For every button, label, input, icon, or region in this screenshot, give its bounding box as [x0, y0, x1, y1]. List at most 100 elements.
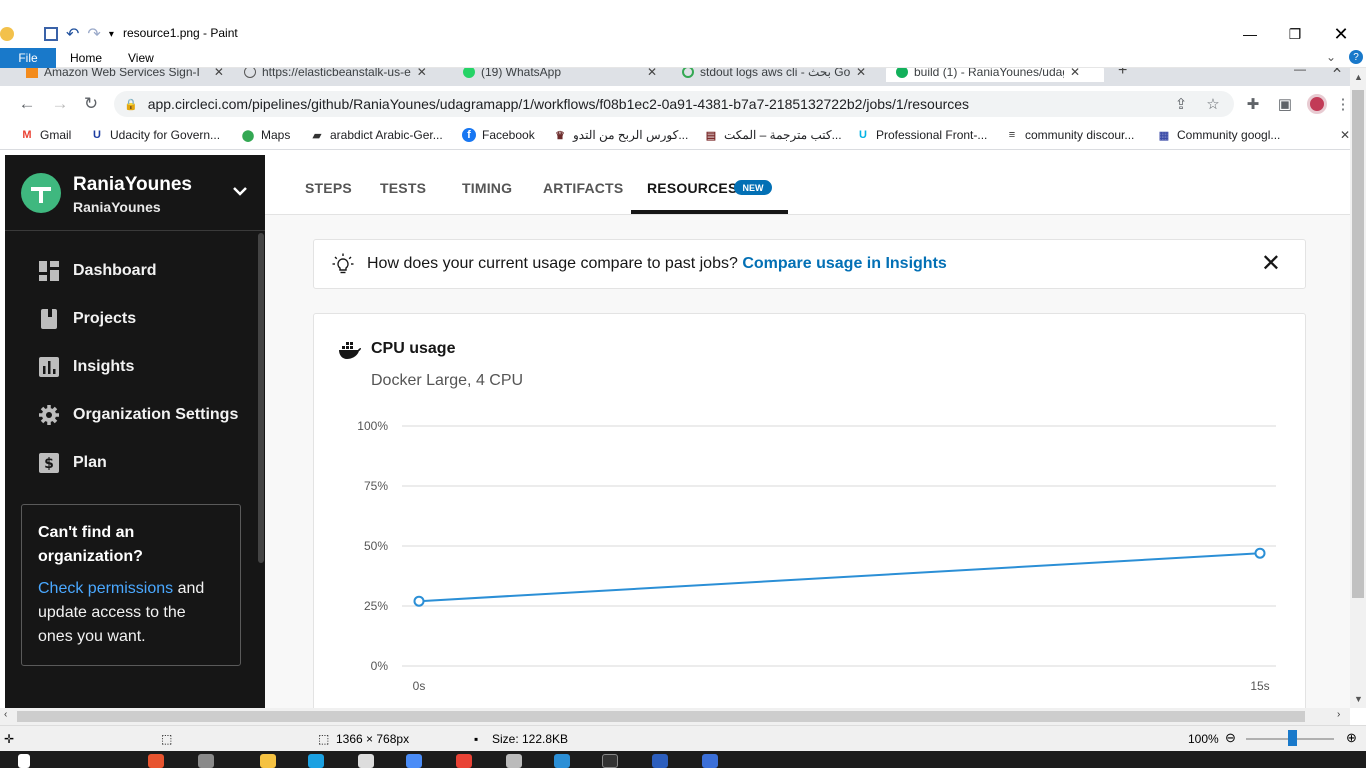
org-help-box: Can't find an organization? Check permis…	[21, 504, 241, 666]
ribbon-collapse-icon[interactable]: ⌄	[1326, 50, 1336, 64]
close-tab-icon[interactable]: ✕	[647, 68, 657, 79]
taskbar-app-icon[interactable]	[406, 754, 422, 768]
course-icon: ♛	[555, 129, 565, 142]
browser-tab[interactable]: https://elasticbeanstalk-us-e ✕	[244, 68, 427, 82]
bookmark-star-icon[interactable]: ☆	[1203, 94, 1223, 114]
bookmark-item[interactable]: f Facebook	[462, 128, 535, 142]
save-icon[interactable]	[44, 27, 58, 41]
bookmark-item[interactable]: M Gmail	[20, 128, 71, 142]
bookmark-item[interactable]: ⬤ Maps	[241, 128, 291, 142]
folder-icon[interactable]	[260, 754, 276, 768]
customize-qat-icon[interactable]: ▾	[109, 29, 114, 40]
scrollbar-thumb[interactable]	[17, 711, 1305, 722]
canvas-horizontal-scrollbar[interactable]: ‹ ›	[0, 708, 1350, 725]
vscode-icon[interactable]	[554, 754, 570, 768]
sidebar-item-insights[interactable]: Insights	[5, 345, 255, 389]
sidebar-item-label: Plan	[73, 454, 107, 471]
compare-usage-link[interactable]: Compare usage in Insights	[742, 255, 946, 272]
home-tab[interactable]: Home	[70, 51, 102, 65]
restore-button[interactable]: ❐	[1272, 22, 1318, 46]
bookmark-item[interactable]: U Professional Front-...	[856, 128, 987, 142]
close-tab-icon[interactable]: ✕	[856, 68, 866, 79]
sidebar-item-label: Dashboard	[73, 262, 157, 279]
browser-minimize-icon[interactable]: —	[1294, 68, 1306, 76]
undo-icon[interactable]: ↶	[66, 24, 79, 44]
tab-steps[interactable]: STEPS	[305, 180, 352, 196]
bookmark-item[interactable]: ▰ arabdict Arabic-Ger...	[310, 128, 443, 142]
page-vertical-scrollbar[interactable]: ▲ ▼	[1350, 68, 1366, 708]
tab-resources[interactable]: RESOURCES	[647, 180, 737, 196]
extensions-icon[interactable]: ✚	[1243, 94, 1263, 114]
tab-timing[interactable]: TIMING	[462, 180, 512, 196]
browser-toolbar: ← → ↻ 🔒 app.circleci.com/pipelines/githu…	[0, 86, 1351, 122]
insight-banner: How does your current usage compare to p…	[313, 239, 1306, 289]
bookmark-item[interactable]: ≡ community discour...	[1005, 128, 1135, 142]
x-tick-label: 0s	[413, 679, 426, 693]
minimize-button[interactable]: —	[1227, 22, 1273, 46]
y-tick-label: 75%	[364, 479, 388, 493]
taskbar-app-icon[interactable]	[148, 754, 164, 768]
bookmark-item[interactable]: U Udacity for Govern...	[90, 128, 220, 142]
terminal-icon[interactable]	[602, 754, 618, 768]
taskbar-app-icon[interactable]	[358, 754, 374, 768]
org-switcher[interactable]: RaniaYounes RaniaYounes	[5, 155, 265, 231]
scroll-up-icon[interactable]: ▲	[1354, 72, 1363, 82]
forward-button[interactable]: →	[50, 94, 70, 114]
y-tick-label: 100%	[357, 419, 388, 433]
profile-avatar[interactable]	[1307, 94, 1327, 114]
close-button[interactable]: ✕	[1318, 22, 1364, 46]
sidebar-item-dashboard[interactable]: Dashboard	[5, 249, 255, 293]
tab-tests[interactable]: TESTS	[380, 180, 426, 196]
taskbar-app-icon[interactable]	[652, 754, 668, 768]
sidebar-item-projects[interactable]: Projects	[5, 297, 255, 341]
view-tab[interactable]: View	[128, 51, 154, 65]
udacity-icon: U	[93, 129, 101, 141]
back-button[interactable]: ←	[17, 94, 37, 114]
scroll-down-icon[interactable]: ▼	[1354, 694, 1363, 704]
quick-access-toolbar: ↶ ↷ ▾	[0, 24, 114, 44]
check-permissions-link[interactable]: Check permissions	[38, 580, 173, 597]
bookmark-item[interactable]: ▤ كتب مترجمة – المكت...	[704, 128, 842, 142]
sidebar-item-label: Organization Settings	[73, 406, 239, 423]
close-tab-icon[interactable]: ✕	[214, 68, 224, 79]
scrollbar-thumb[interactable]	[1352, 90, 1364, 598]
tab-artifacts[interactable]: ARTIFACTS	[543, 180, 623, 196]
reload-button[interactable]: ↻	[81, 94, 101, 114]
aws-icon	[26, 68, 38, 78]
browser-tab[interactable]: (19) WhatsApp ✕	[463, 68, 657, 82]
close-tab-icon[interactable]: ✕	[1070, 68, 1080, 79]
chevron-down-icon[interactable]	[233, 183, 247, 199]
scroll-left-icon[interactable]: ‹	[4, 709, 7, 720]
dollar-icon: $	[39, 453, 59, 473]
address-bar[interactable]: 🔒 app.circleci.com/pipelines/github/Rani…	[114, 91, 1234, 117]
sidebar-item-plan[interactable]: $ Plan	[5, 441, 255, 485]
sidebar-item-organization-settings[interactable]: Organization Settings	[5, 393, 255, 437]
zoom-slider-thumb[interactable]	[1288, 730, 1297, 746]
close-tab-icon[interactable]: ✕	[417, 68, 427, 79]
browser-tab[interactable]: Amazon Web Services Sign-I ✕	[26, 68, 224, 82]
sidebar-scrollbar[interactable]	[258, 233, 264, 563]
browser-tab-active[interactable]: build (1) - RaniaYounes/udag ✕	[886, 68, 1104, 82]
scroll-right-icon[interactable]: ›	[1337, 709, 1340, 720]
redo-icon[interactable]: ↷	[87, 24, 100, 44]
close-icon[interactable]: ✕	[1261, 252, 1281, 276]
zoom-in-button[interactable]: ⊕	[1346, 730, 1357, 746]
new-tab-button[interactable]: +	[1118, 68, 1127, 80]
settings-icon[interactable]	[506, 754, 522, 768]
taskbar-app-icon[interactable]	[308, 754, 324, 768]
bookmark-item[interactable]: ▦ Community googl...	[1157, 128, 1281, 142]
share-icon[interactable]: ⇪	[1171, 94, 1191, 114]
bookmarks-close-icon[interactable]: ✕	[1340, 128, 1350, 142]
taskbar-app-icon[interactable]	[198, 754, 214, 768]
chrome-icon[interactable]	[456, 754, 472, 768]
file-tab[interactable]: File	[0, 48, 56, 68]
help-icon[interactable]: ?	[1349, 50, 1363, 64]
zoom-out-button[interactable]: ⊖	[1225, 730, 1236, 746]
side-panel-icon[interactable]: ▣	[1275, 94, 1295, 114]
main-content: STEPS TESTS TIMING ARTIFACTS RESOURCES N…	[265, 155, 1350, 708]
bookmark-item[interactable]: ♛ كورس الربح من التدو...	[553, 128, 688, 142]
browser-close-icon[interactable]: ✕	[1332, 68, 1342, 76]
taskbar-app-icon[interactable]	[702, 754, 718, 768]
browser-tab[interactable]: stdout logs aws cli - بحث Go ✕	[682, 68, 866, 82]
start-icon[interactable]	[18, 754, 30, 768]
